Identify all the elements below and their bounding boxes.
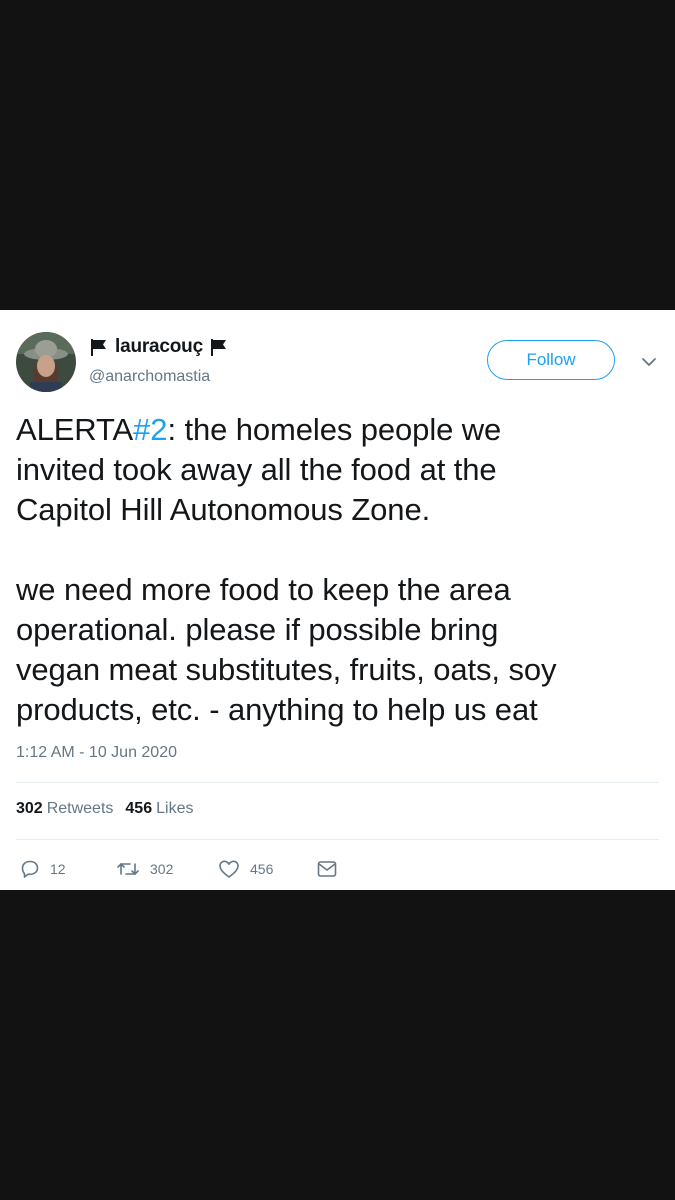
- reply-icon: [21, 860, 39, 878]
- tweet-text-line: products, etc. - anything to help us eat: [16, 692, 538, 727]
- retweet-button[interactable]: 302: [116, 859, 218, 879]
- action-bar: 12 302 456: [20, 858, 338, 880]
- retweets-stat[interactable]: 302 Retweets: [16, 800, 113, 818]
- reply-count: 12: [50, 861, 66, 877]
- like-icon: [219, 860, 239, 878]
- chevron-down-icon[interactable]: [639, 354, 659, 370]
- name-row: lauracouç: [89, 334, 229, 360]
- tweet-text-line: ALERTA#2: the homeles people we: [16, 410, 661, 450]
- like-count: 456: [250, 861, 274, 877]
- user-handle[interactable]: @anarchomastia: [89, 368, 210, 386]
- timestamp[interactable]: 1:12 AM - 10 Jun 2020: [16, 744, 177, 762]
- hashtag-link[interactable]: #2: [133, 412, 167, 447]
- reply-button[interactable]: 12: [20, 859, 116, 879]
- tweet-text-line: invited took away all the food at the: [16, 452, 497, 487]
- tweet-card: lauracouç @anarchomastia Follow ALERTA#2…: [0, 310, 675, 890]
- tweet-text-line: vegan meat substitutes, fruits, oats, so…: [16, 652, 557, 687]
- tweet-text-line: operational. please if possible bring: [16, 612, 499, 647]
- retweets-label: Retweets: [46, 800, 114, 817]
- likes-stat[interactable]: 456 Likes: [125, 800, 193, 818]
- retweets-count: 302: [16, 800, 43, 817]
- likes-count: 456: [125, 800, 153, 817]
- retweet-icon: [117, 863, 139, 875]
- like-button[interactable]: 456: [218, 859, 316, 879]
- tweet-text-line: Capitol Hill Autonomous Zone.: [16, 492, 431, 527]
- dm-icon: [317, 861, 337, 877]
- likes-label: Likes: [156, 800, 194, 817]
- avatar[interactable]: [16, 332, 76, 392]
- divider: [16, 839, 659, 840]
- follow-button[interactable]: Follow: [487, 340, 615, 380]
- flag-icon: [209, 337, 229, 357]
- direct-message-button[interactable]: [316, 859, 338, 879]
- flag-icon: [89, 337, 109, 357]
- tweet-text-segment: ALERTA: [16, 412, 134, 447]
- tweet-text: ALERTA#2: the homeles people we invited …: [16, 410, 661, 730]
- divider: [16, 782, 659, 783]
- tweet-stats: 302 Retweets 456 Likes: [16, 800, 193, 818]
- retweet-count: 302: [150, 861, 174, 877]
- tweet-text-segment: : the homeles people we: [167, 412, 502, 447]
- display-name[interactable]: lauracouç: [115, 336, 203, 358]
- tweet-text-line: we need more food to keep the area: [16, 572, 511, 607]
